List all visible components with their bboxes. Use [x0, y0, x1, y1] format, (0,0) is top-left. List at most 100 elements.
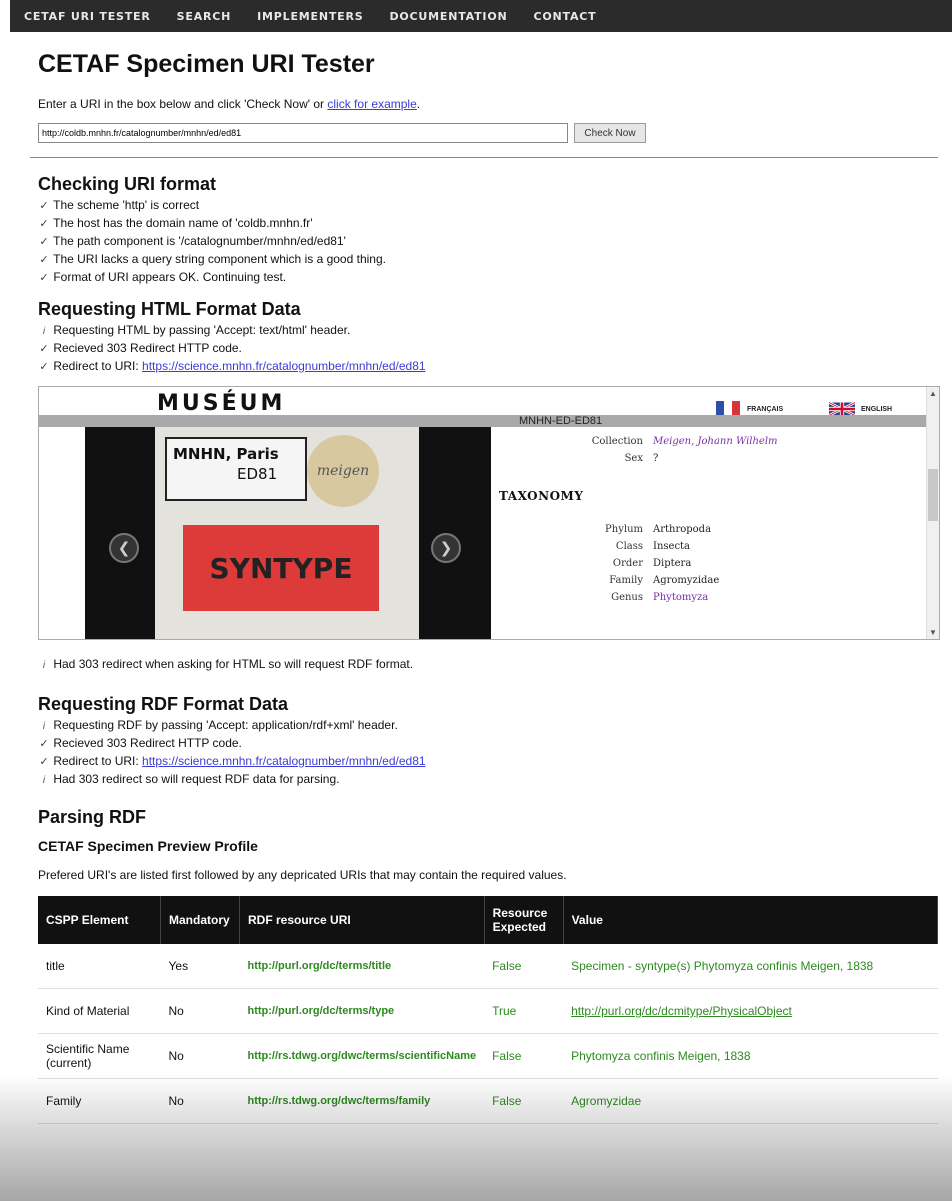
resource-expected: False: [484, 1078, 564, 1124]
taxonomy-list: Phylum Arthropoda Class Insecta Order Diptera…: [491, 521, 911, 606]
scroll-up-icon[interactable]: ▲: [928, 389, 938, 398]
uri-input[interactable]: [38, 123, 568, 143]
checking-line: ✓ The path component is '/catalognumber/…: [38, 233, 938, 251]
check-icon: ✓: [39, 272, 49, 284]
mandatory-value: No: [160, 1033, 240, 1079]
rdf-line-3-text: Redirect to URI:: [53, 754, 143, 768]
table-row: Scientific Name (current) No http://rs.tdw…: [38, 1033, 938, 1079]
syntype-label: SYNTYPE: [183, 525, 379, 611]
header-bar: [39, 415, 927, 427]
info-icon: i: [42, 775, 46, 786]
collection-label: MNHN, Paris ED81: [165, 437, 307, 501]
table-row: title Yes http://purl.org/dc/terms/title Fa…: [38, 944, 938, 989]
check-icon: ✓: [39, 218, 49, 230]
page-title: CETAF Specimen URI Tester: [38, 50, 375, 78]
col-cspp-element: CSPP Element: [38, 896, 161, 944]
html-request-heading: Requesting HTML Format Data: [38, 299, 301, 319]
mandatory-value: No: [160, 1078, 240, 1124]
resource-expected: True: [484, 988, 564, 1034]
taxon-row: Order Diptera: [491, 555, 911, 572]
lang-fr-label: FRANÇAIS: [747, 405, 784, 413]
check-now-button[interactable]: Check Now: [574, 123, 646, 143]
top-nav: CETAF URI TESTER SEARCH IMPLEMENTERS DOC…: [10, 0, 952, 32]
resource-expected: False: [484, 1033, 564, 1079]
checking-heading: Checking URI format: [38, 174, 217, 194]
rdf-line-4-text: Had 303 redirect so will request RDF dat…: [53, 772, 340, 786]
value-cell: http://purl.org/dc/dcmitype/PhysicalObje…: [563, 988, 938, 1034]
next-arrow-icon[interactable]: ❯: [431, 533, 461, 563]
intro-text: Enter a URI in the box below and click '…: [38, 97, 938, 111]
photo-labels: MNHN, Paris ED81 meigen SYNTYPE: [155, 427, 419, 639]
table-row: Family No http://rs.tdwg.org/dwc/terms/fam…: [38, 1078, 938, 1124]
taxon-row: Phylum Arthropoda: [491, 521, 911, 538]
rdf-line-1-text: Requesting RDF by passing 'Accept: appli…: [53, 718, 398, 732]
info-icon: i: [42, 721, 46, 732]
rdf-redirect-link[interactable]: https://science.mnhn.fr/catalognumber/mn…: [142, 754, 426, 768]
table-header-row: CSPP Element Mandatory RDF resource URI …: [38, 896, 939, 944]
taxon-rank: Class: [615, 541, 643, 552]
checking-line-text: The path component is '/catalognumber/mn…: [53, 234, 346, 248]
taxon-value: Agromyzidae: [653, 575, 720, 586]
taxon-row: Genus Phytomyza: [491, 589, 911, 606]
col-resource-expected: Resource Expected: [484, 896, 564, 944]
label-line-2: ED81: [237, 465, 278, 483]
scroll-down-icon[interactable]: ▼: [928, 628, 938, 637]
check-icon: ✓: [39, 361, 49, 373]
field-collection: Collection Meigen, Johann Wilhelm: [491, 433, 911, 450]
logo-text: MUSÉUM: [157, 391, 286, 416]
value-link[interactable]: http://purl.org/dc/dcmitype/PhysicalObje…: [571, 1004, 792, 1018]
info-icon: i: [42, 326, 46, 337]
taxon-value[interactable]: Phytomyza: [653, 592, 708, 603]
field-value: ?: [653, 453, 659, 464]
nav-documentation[interactable]: DOCUMENTATION: [389, 10, 507, 23]
uri-form: Check Now: [38, 123, 938, 143]
specimen-id: MNHN-ED-ED81: [519, 415, 603, 427]
main-content: CETAF Specimen URI Tester Enter a URI in…: [30, 36, 940, 1124]
table-body: title Yes http://purl.org/dc/terms/title Fa…: [38, 944, 938, 1124]
taxon-row: Family Agromyzidae: [491, 572, 911, 589]
html-line-3-text: Redirect to URI:: [53, 359, 143, 373]
taxonomy-heading: TAXONOMY: [499, 489, 584, 503]
label-line-1: MNHN, Paris: [173, 445, 279, 463]
rdf-line-4: i Had 303 redirect so will request RDF d…: [38, 771, 938, 789]
html-note: i Had 303 redirect when asking for HTML …: [38, 656, 938, 674]
table-row: Kind of Material No http://purl.org/dc/ter…: [38, 988, 938, 1034]
rdf-request-heading: Requesting RDF Format Data: [38, 694, 289, 714]
taxon-value: Arthropoda: [653, 524, 712, 535]
col-value: Value: [563, 896, 939, 944]
html-line-1-text: Requesting HTML by passing 'Accept: text…: [53, 323, 351, 337]
field-key: Sex: [624, 453, 643, 464]
rdf-uri: http://purl.org/dc/terms/type: [239, 988, 485, 1034]
profile-heading: CETAF Specimen Preview Profile: [38, 838, 258, 854]
scroll-thumb[interactable]: [928, 469, 938, 521]
resource-expected: False: [484, 944, 564, 989]
check-icon: ✓: [39, 343, 49, 355]
rdf-uri: http://rs.tdwg.org/dwc/terms/family: [239, 1078, 485, 1124]
rdf-uri: http://purl.org/dc/terms/title: [239, 944, 485, 989]
embedded-page-frame[interactable]: MUSÉUM NATIONAL D'HISTOIRE NATURELLE FRA…: [38, 386, 940, 640]
nav-implementers[interactable]: IMPLEMENTERS: [257, 10, 363, 23]
nav-search[interactable]: SEARCH: [177, 10, 232, 23]
frame-scrollbar[interactable]: ▲ ▼: [926, 387, 939, 639]
nav-contact[interactable]: CONTACT: [533, 10, 596, 23]
cspp-element: title: [38, 944, 161, 989]
intro-label: Enter a URI in the box below and click '…: [38, 97, 328, 111]
nav-cetaf-uri-tester[interactable]: CETAF URI TESTER: [24, 10, 151, 23]
field-key: Collection: [591, 436, 643, 447]
taxon-rank: Genus: [611, 592, 643, 603]
checking-list: ✓ The scheme 'http' is correct ✓ The host…: [38, 197, 938, 287]
checking-line: ✓ The host has the domain name of 'coldb…: [38, 215, 938, 233]
lang-en-label: ENGLISH: [861, 405, 893, 413]
prev-arrow-icon[interactable]: ❮: [109, 533, 139, 563]
cspp-element: Scientific Name (current): [38, 1033, 161, 1079]
check-icon: ✓: [39, 756, 49, 768]
collection-link[interactable]: Meigen, Johann Wilhelm: [653, 436, 778, 447]
rdf-line-3: ✓ Redirect to URI: https://science.mnhn.…: [38, 753, 938, 771]
taxon-rank: Family: [609, 575, 643, 586]
col-rdf-uri: RDF resource URI: [239, 896, 485, 944]
html-redirect-link[interactable]: https://science.mnhn.fr/catalognumber/mn…: [142, 359, 426, 373]
checking-line: ✓ Format of URI appears OK. Continuing t…: [38, 269, 938, 287]
example-link[interactable]: click for example: [327, 97, 416, 111]
field-sex: Sex?: [491, 450, 911, 467]
parsing-heading: Parsing RDF: [38, 807, 147, 827]
